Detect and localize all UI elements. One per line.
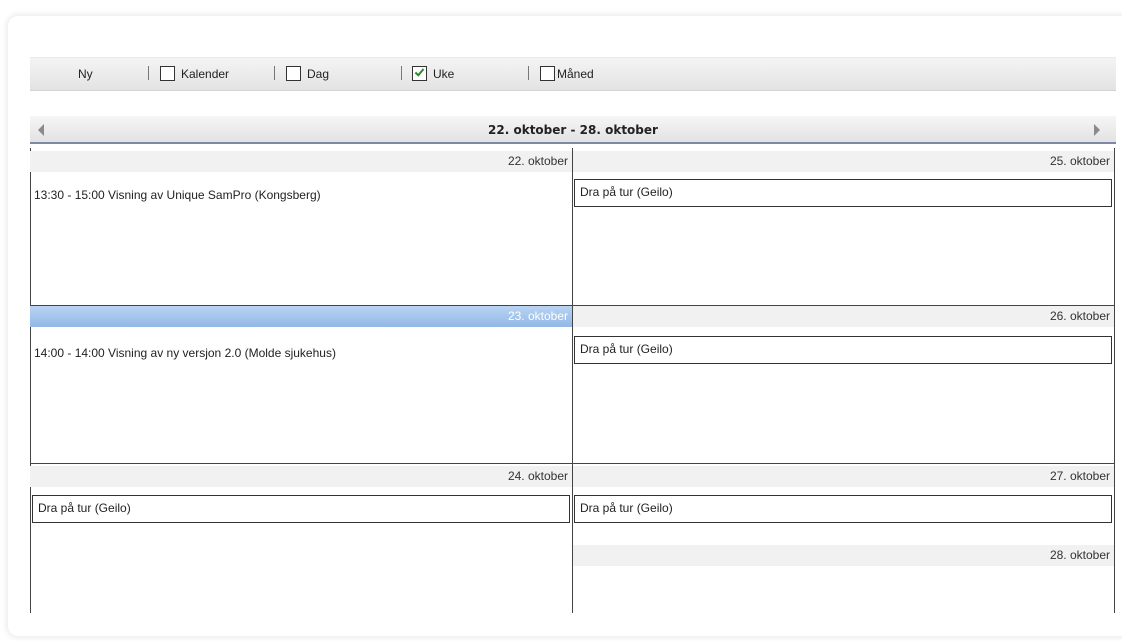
event-item[interactable]: Dra på tur (Geilo) [32, 495, 570, 523]
view-toolbar: Ny Kalender Dag Uke Måned [30, 57, 1116, 91]
grid-left-border [30, 148, 31, 613]
grid-right-border [1114, 148, 1115, 613]
maned-checkbox[interactable] [540, 66, 555, 81]
maned-label[interactable]: Måned [557, 67, 594, 81]
event-item[interactable]: Dra på tur (Geilo) [574, 495, 1112, 523]
toolbar-separator [528, 66, 529, 80]
grid-column-divider [572, 148, 573, 613]
event-item[interactable]: 14:00 - 14:00 Visning av ny versjon 2.0 … [34, 346, 336, 360]
kalender-checkbox[interactable] [160, 66, 175, 81]
dag-label[interactable]: Dag [307, 67, 329, 81]
kalender-label[interactable]: Kalender [181, 67, 229, 81]
event-item[interactable]: Dra på tur (Geilo) [574, 336, 1112, 364]
toolbar-separator [148, 66, 149, 80]
day-header-22[interactable]: 22. oktober [30, 151, 572, 172]
uke-label[interactable]: Uke [433, 67, 454, 81]
arrow-right-icon[interactable] [1094, 124, 1100, 136]
dag-checkbox[interactable] [286, 66, 301, 81]
event-item[interactable]: 13:30 - 15:00 Visning av Unique SamPro (… [34, 188, 321, 202]
uke-checkbox[interactable] [412, 66, 427, 81]
week-header: 22. oktober - 28. oktober [30, 116, 1116, 144]
week-title: 22. oktober - 28. oktober [488, 123, 658, 137]
check-icon [414, 66, 425, 77]
toolbar-separator [401, 66, 402, 80]
day-header-27[interactable]: 27. oktober [573, 466, 1114, 487]
day-header-25[interactable]: 25. oktober [573, 151, 1114, 172]
event-item[interactable]: Dra på tur (Geilo) [574, 179, 1112, 207]
day-divider [30, 463, 572, 464]
day-header-24[interactable]: 24. oktober [30, 466, 572, 487]
day-divider [573, 463, 1114, 464]
day-header-28[interactable]: 28. oktober [573, 545, 1114, 566]
day-header-23[interactable]: 23. oktober [30, 306, 572, 327]
toolbar-separator [274, 66, 275, 80]
new-button[interactable]: Ny [78, 67, 93, 81]
week-grid: 22. oktober 13:30 - 15:00 Visning av Uni… [30, 148, 1116, 613]
day-header-26[interactable]: 26. oktober [573, 306, 1114, 327]
